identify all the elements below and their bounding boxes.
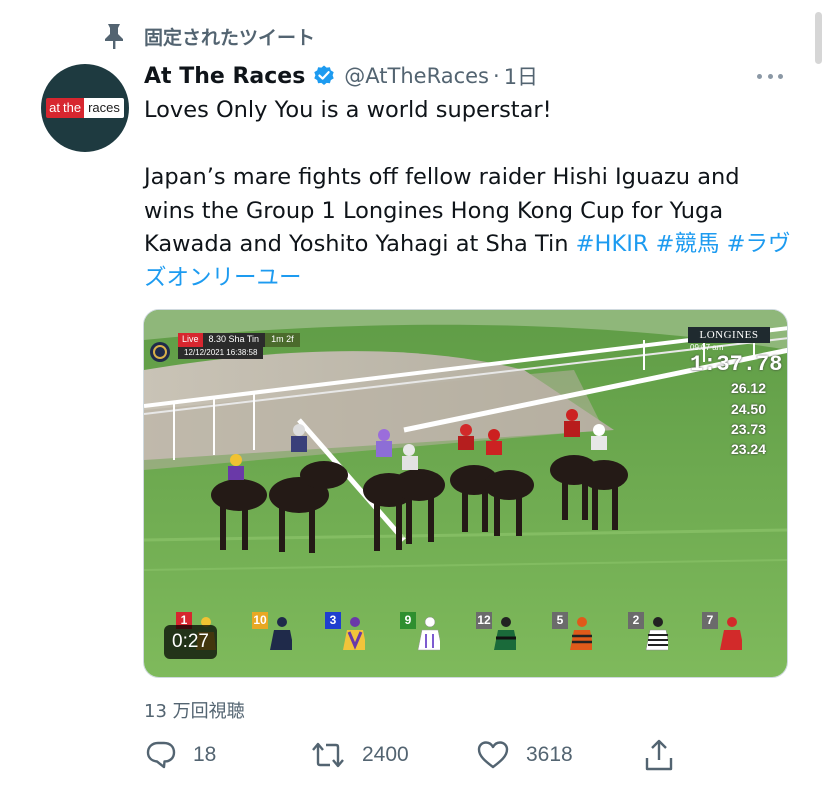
silk-12: 12 [476,612,518,652]
hashtag-link[interactable]: #HKIR [576,231,649,257]
share-icon [644,738,674,772]
race-datetime: 12/12/2021 16:38:58 [178,347,264,359]
tweet-body: Japan’s mare fights off fellow raider Hi… [144,161,794,295]
silk-number: 2 [628,612,644,629]
race-info-banner: Live 8.30 Sha Tin 1m 2f [178,333,300,347]
pinned-indicator: 固定されたツイート [100,22,315,50]
tweet-line-1: Loves Only You is a world superstar! [144,97,552,123]
tweet-text: Loves Only You is a world superstar! Jap… [144,94,794,295]
verified-badge-icon [312,64,336,88]
silk-number: 7 [702,612,718,629]
split-time: 26.12 [730,380,766,396]
silk-3: 3 [325,612,367,652]
like-count: 3618 [526,743,573,766]
display-name[interactable]: At The Races [144,64,305,89]
hashtag-link[interactable]: #競馬 [656,231,720,257]
race-timer: 1:37.78 [690,352,783,377]
tweet-body-text: Japan’s mare fights off fellow raider Hi… [144,164,740,257]
silk-number: 9 [400,612,416,629]
silk-2: 2 [628,612,671,652]
logo-text-at: at [46,98,63,118]
race-distance: 1m 2f [265,333,300,347]
retweet-icon [310,739,346,771]
silk-number: 10 [252,612,268,629]
logo-text-the: the [62,98,85,118]
silk-9: 9 [400,612,443,652]
like-button[interactable]: 3618 [476,735,573,775]
split-time: 24.50 [730,401,766,417]
split-time: 23.73 [730,421,766,437]
timestamp[interactable]: 1日 [504,61,538,91]
reply-button[interactable]: 18 [145,735,216,775]
more-dot [757,73,762,79]
more-dot [767,73,773,79]
more-options-icon[interactable] [754,62,786,90]
retweet-count: 2400 [362,743,409,766]
user-handle[interactable]: @AtTheRaces [344,64,489,88]
reply-count: 18 [193,743,217,766]
race-clock: 09:07 am [690,343,724,352]
avatar[interactable]: at the races [41,64,129,152]
logo-text-races: races [84,98,124,118]
separator-dot: · [493,64,500,88]
silk-5: 5 [552,612,594,652]
silk-number: 5 [552,612,568,629]
tweet-header: At The Races @AtTheRaces · 1日 [144,60,538,92]
retweet-button[interactable]: 2400 [310,735,409,775]
race-venue: 8.30 Sha Tin [202,333,266,347]
silk-number: 12 [476,612,492,629]
scrollbar-thumb[interactable] [815,12,822,64]
video-duration-badge: 0:27 [164,625,217,659]
pinned-label: 固定されたツイート [144,26,316,49]
heart-icon [476,739,510,771]
live-badge: Live [178,333,203,347]
silk-number: 3 [325,612,341,629]
silk-10: 10 [252,612,294,652]
tweet-actions: 18 2400 3618 [0,735,828,775]
at-the-races-logo: at the races [46,98,124,118]
reply-icon [145,739,177,771]
view-count: 13 万回視聴 [144,701,245,722]
more-dot [778,73,783,79]
split-time: 23.24 [730,441,766,457]
silk-7: 7 [702,612,744,652]
sponsor-logo: LONGINES [688,327,770,343]
share-button[interactable] [644,735,674,775]
pin-icon [100,22,128,50]
